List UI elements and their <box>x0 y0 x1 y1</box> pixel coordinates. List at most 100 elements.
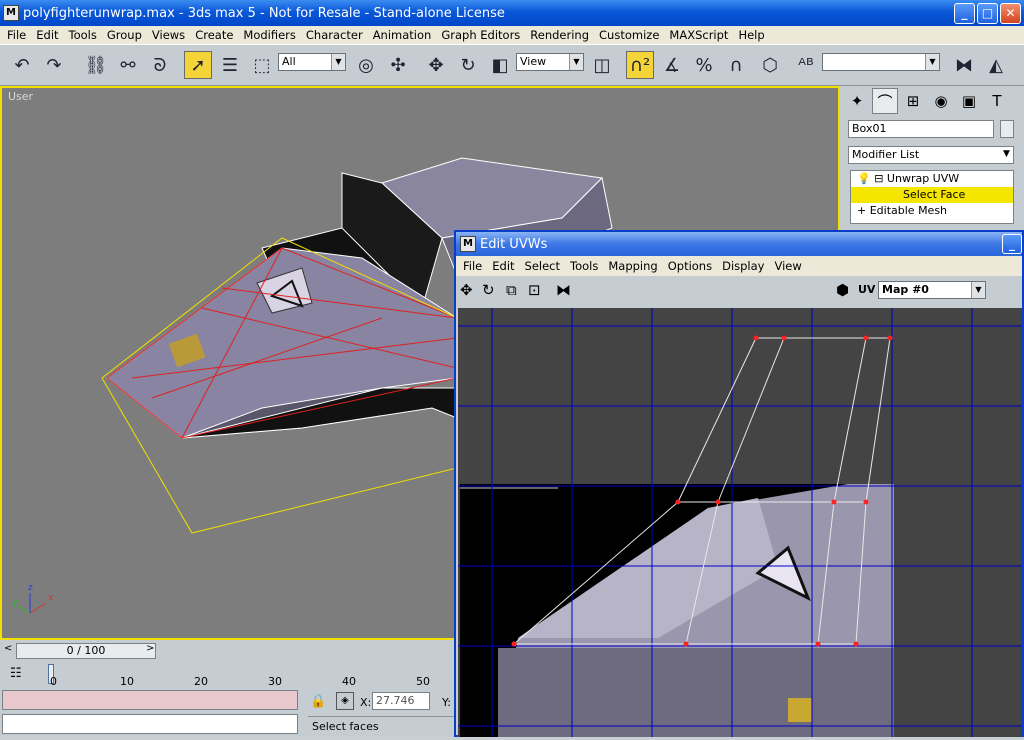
uv-menu-display[interactable]: Display <box>717 259 769 273</box>
chevron-right-icon[interactable]: > <box>146 643 154 654</box>
object-color-swatch[interactable] <box>1000 120 1014 138</box>
uv-menu-tools[interactable]: Tools <box>565 259 603 273</box>
uv-menu-edit[interactable]: Edit <box>487 259 519 273</box>
spinner-snap-icon[interactable]: ∩ <box>722 51 750 79</box>
select-by-name-icon[interactable]: ☰ <box>216 51 244 79</box>
chevron-left-icon[interactable]: < <box>4 643 12 654</box>
track-bar[interactable]: ☷ 0 10 20 30 40 50 <box>0 662 456 688</box>
axis-z-label: z <box>28 583 33 593</box>
chevron-down-icon: ▼ <box>1003 149 1010 159</box>
menu-maxscript[interactable]: MAXScript <box>664 28 733 42</box>
utilities-tab-icon[interactable]: T <box>984 88 1010 114</box>
uv-menu-options[interactable]: Options <box>663 259 717 273</box>
scale-icon[interactable]: ◧ <box>486 51 514 79</box>
menu-modifiers[interactable]: Modifiers <box>238 28 301 42</box>
rotate-icon[interactable]: ↻ <box>454 51 482 79</box>
bind-icon[interactable]: ᘐ <box>146 51 174 79</box>
uv-rotate-icon[interactable]: ↻ <box>482 281 495 299</box>
object-name-field[interactable]: Box01 <box>848 120 994 138</box>
display-tab-icon[interactable]: ▣ <box>956 88 982 114</box>
close-button[interactable]: ✕ <box>1000 3 1021 24</box>
app-icon: M <box>460 236 476 252</box>
angle-snap-icon[interactable]: ∡ <box>658 51 686 79</box>
menu-group[interactable]: Group <box>102 28 147 42</box>
modify-tab-icon[interactable]: ⌒ <box>872 88 898 114</box>
uv-menubar: File Edit Select Tools Mapping Options D… <box>456 256 1022 276</box>
uv-scale-icon[interactable]: ⧉ <box>506 281 517 299</box>
menu-edit[interactable]: Edit <box>31 28 63 42</box>
uv-mirror-icon[interactable]: ⧓ <box>556 281 571 299</box>
hierarchy-tab-icon[interactable]: ⊞ <box>900 88 926 114</box>
create-tab-icon[interactable]: ✦ <box>844 88 870 114</box>
motion-tab-icon[interactable]: ◉ <box>928 88 954 114</box>
edit-named-sets-icon[interactable]: ᴬᴮ <box>792 51 820 79</box>
menu-tools[interactable]: Tools <box>64 28 102 42</box>
expand-icon[interactable]: + <box>857 204 866 217</box>
maximize-button[interactable]: □ <box>977 3 998 24</box>
uv-freeform-icon[interactable]: ⊡ <box>528 281 541 299</box>
menu-animation[interactable]: Animation <box>368 28 437 42</box>
map-dropdown[interactable]: Map #0 ▼ <box>878 281 986 299</box>
menu-file[interactable]: File <box>2 28 31 42</box>
uv-canvas[interactable] <box>458 308 1022 737</box>
undo-icon[interactable]: ↶ <box>8 51 36 79</box>
coord-system-dropdown[interactable]: View ▼ <box>516 53 584 71</box>
lock-icon[interactable]: 🔒 <box>310 694 326 709</box>
time-slider-bar: 0 / 100 < > <box>0 640 456 662</box>
window-crossing-icon[interactable]: ◎ <box>352 51 380 79</box>
uv-move-icon[interactable]: ✥ <box>460 281 473 299</box>
pivot-center-icon[interactable]: ◫ <box>588 51 616 79</box>
maxscript-listener-white[interactable] <box>2 714 298 734</box>
selection-filter-dropdown[interactable]: All ▼ <box>278 53 346 71</box>
status-prompt: Select faces <box>308 716 454 736</box>
track-view-icon[interactable]: ☷ <box>10 666 22 681</box>
menu-views[interactable]: Views <box>147 28 190 42</box>
region-icon[interactable]: ⬚ <box>248 51 276 79</box>
menu-customize[interactable]: Customize <box>594 28 664 42</box>
snap-icon[interactable]: ∩² <box>626 51 654 79</box>
menu-create[interactable]: Create <box>190 28 238 42</box>
percent-snap-icon[interactable]: % <box>690 51 718 79</box>
minimize-button[interactable]: _ <box>1002 234 1022 254</box>
axis-y-label: y <box>12 598 18 608</box>
menu-graph-editors[interactable]: Graph Editors <box>436 28 525 42</box>
named-selection-dropdown[interactable]: ▼ <box>822 53 940 71</box>
uv-axis-label[interactable]: UV <box>858 283 875 296</box>
minimize-button[interactable]: _ <box>954 3 975 24</box>
uv-menu-view[interactable]: View <box>769 259 806 273</box>
absolute-mode-icon[interactable]: ◈ <box>336 692 354 710</box>
uv-menu-file[interactable]: File <box>458 259 487 273</box>
link-icon[interactable]: ⛓ <box>82 51 110 79</box>
x-coord-field[interactable]: 27.746 <box>372 692 430 710</box>
main-menubar: File Edit Tools Group Views Create Modif… <box>0 26 1024 44</box>
select-icon[interactable]: ➚ <box>184 51 212 79</box>
lightbulb-icon[interactable]: 💡 <box>857 172 871 185</box>
move-icon[interactable]: ✥ <box>422 51 450 79</box>
named-selection-icon[interactable]: ⬡ <box>756 51 784 79</box>
stack-item-label: Unwrap UVW <box>886 172 960 185</box>
redo-icon[interactable]: ↷ <box>40 51 68 79</box>
time-slider[interactable]: 0 / 100 <box>16 643 156 659</box>
stack-item-select-face[interactable]: Select Face <box>851 187 1013 203</box>
align-icon[interactable]: ◭ <box>982 51 1010 79</box>
stack-item-editable-mesh[interactable]: + Editable Mesh <box>851 203 1013 219</box>
uv-menu-select[interactable]: Select <box>520 259 565 273</box>
maxscript-listener-pink[interactable] <box>2 690 298 710</box>
chevron-down-icon: ▼ <box>971 282 985 298</box>
menu-character[interactable]: Character <box>301 28 368 42</box>
menu-rendering[interactable]: Rendering <box>525 28 594 42</box>
mirror-icon[interactable]: ⧓ <box>950 51 978 79</box>
x-coord-label: X: <box>360 696 372 709</box>
stack-item-unwrap-uvw[interactable]: 💡 ⊟ Unwrap UVW <box>851 171 1013 187</box>
modifier-list-dropdown[interactable]: Modifier List ▼ <box>848 146 1014 164</box>
uv-menu-mapping[interactable]: Mapping <box>603 259 662 273</box>
modifier-stack: 💡 ⊟ Unwrap UVW Select Face + Editable Me… <box>850 170 1014 224</box>
main-titlebar: M polyfighterunwrap.max - 3ds max 5 - No… <box>0 0 1024 26</box>
pivot-icon[interactable]: ✣ <box>384 51 412 79</box>
expand-icon[interactable]: ⊟ <box>874 172 883 185</box>
menu-help[interactable]: Help <box>733 28 769 42</box>
unlink-icon[interactable]: ⚯ <box>114 51 142 79</box>
uv-checker-icon[interactable]: ⬢ <box>836 281 849 299</box>
edit-uvws-window: M Edit UVWs _ □ File Edit Select Tools M… <box>454 230 1024 737</box>
selection-filter-value: All <box>282 55 296 68</box>
